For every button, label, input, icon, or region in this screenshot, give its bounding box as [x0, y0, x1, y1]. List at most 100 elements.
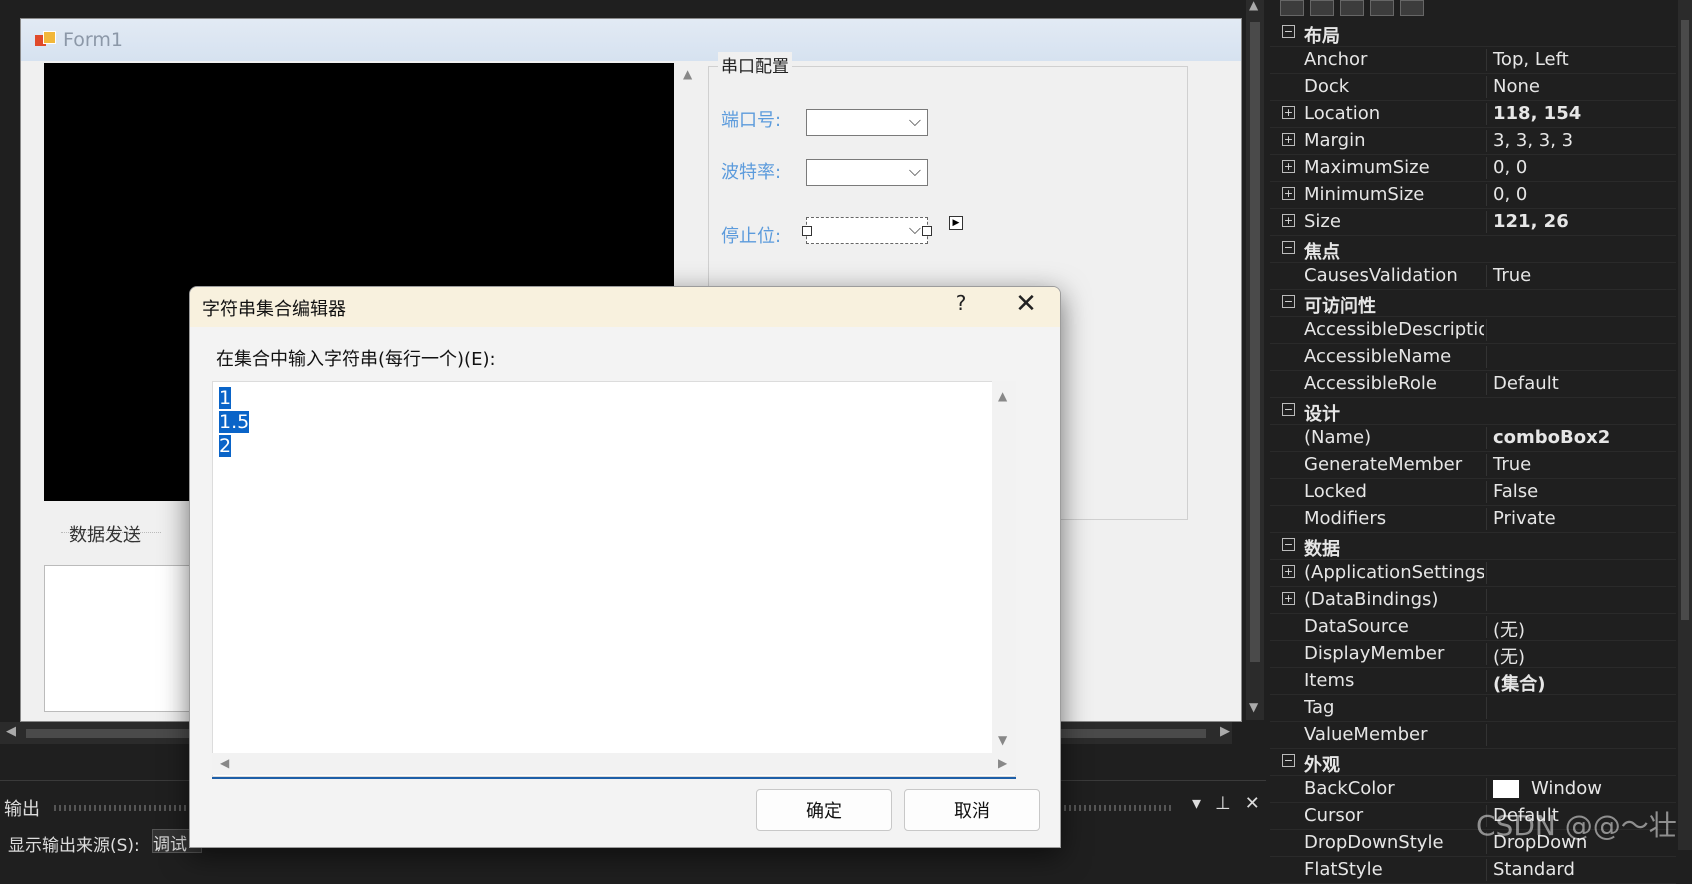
- expand-icon[interactable]: +: [1282, 565, 1295, 578]
- smart-tag-arrow-icon[interactable]: ▶: [949, 216, 963, 230]
- property-value[interactable]: (无): [1486, 616, 1525, 641]
- property-row[interactable]: + (ApplicationSettings: [1270, 560, 1676, 587]
- property-row[interactable]: DataSource (无): [1270, 614, 1676, 641]
- property-row[interactable]: AccessibleRole Default: [1270, 371, 1676, 398]
- editor-vertical-scrollbar[interactable]: ▲ ▼: [992, 381, 1016, 753]
- property-row[interactable]: + Margin 3, 3, 3, 3: [1270, 128, 1676, 155]
- property-value[interactable]: 3, 3, 3, 3: [1486, 130, 1573, 152]
- property-row[interactable]: BackColor Window: [1270, 776, 1676, 803]
- property-row[interactable]: Items (集合): [1270, 668, 1676, 695]
- property-row[interactable]: + (DataBindings): [1270, 587, 1676, 614]
- scroll-left-arrow-icon[interactable]: ◀: [6, 724, 16, 739]
- property-value[interactable]: False: [1486, 481, 1538, 503]
- property-value[interactable]: Window: [1486, 778, 1602, 800]
- scroll-left-arrow-icon[interactable]: ◀: [220, 756, 229, 770]
- scrollbar-thumb[interactable]: [1250, 22, 1260, 662]
- property-value[interactable]: (无): [1486, 643, 1525, 668]
- help-button[interactable]: ?: [946, 291, 976, 315]
- designer-vertical-scrollbar[interactable]: ▲ ▼: [1246, 0, 1264, 720]
- baud-combobox[interactable]: ⌵: [806, 159, 928, 186]
- property-row[interactable]: CausesValidation True: [1270, 263, 1676, 290]
- port-combobox[interactable]: ⌵: [806, 109, 928, 136]
- scroll-right-arrow-icon[interactable]: ▶: [998, 756, 1007, 770]
- property-value[interactable]: 118, 154: [1486, 103, 1581, 125]
- collapse-icon[interactable]: −: [1282, 295, 1295, 308]
- strings-textarea[interactable]: 1 1.5 2: [212, 381, 1016, 777]
- expand-icon[interactable]: +: [1282, 160, 1295, 173]
- resize-handle-right[interactable]: [922, 226, 932, 236]
- property-row[interactable]: + MinimumSize 0, 0: [1270, 182, 1676, 209]
- property-value[interactable]: Standard: [1486, 859, 1575, 881]
- property-value[interactable]: [1486, 562, 1493, 584]
- property-row[interactable]: + Size 121, 26: [1270, 209, 1676, 236]
- collapse-icon[interactable]: −: [1282, 25, 1295, 38]
- property-category[interactable]: − 外观: [1270, 749, 1676, 776]
- expand-icon[interactable]: +: [1282, 214, 1295, 227]
- expand-icon[interactable]: +: [1282, 133, 1295, 146]
- property-category[interactable]: − 焦点: [1270, 236, 1676, 263]
- properties-vertical-scrollbar[interactable]: [1678, 0, 1692, 850]
- stop-bits-combobox[interactable]: ⌵: [806, 217, 928, 244]
- scrollbar-thumb[interactable]: [1681, 20, 1689, 620]
- property-row[interactable]: AccessibleName: [1270, 344, 1676, 371]
- categorized-icon[interactable]: [1280, 0, 1304, 16]
- property-pages-icon[interactable]: [1400, 0, 1424, 16]
- ok-button[interactable]: 确定: [756, 789, 892, 831]
- alphabetical-icon[interactable]: [1310, 0, 1334, 16]
- events-icon[interactable]: [1370, 0, 1394, 16]
- property-value[interactable]: [1486, 697, 1493, 719]
- property-row[interactable]: Dock None: [1270, 74, 1676, 101]
- property-value[interactable]: True: [1486, 265, 1531, 287]
- property-category[interactable]: − 数据: [1270, 533, 1676, 560]
- chevron-down-icon[interactable]: ▾: [1192, 793, 1201, 814]
- property-row[interactable]: GenerateMember True: [1270, 452, 1676, 479]
- scroll-down-arrow-icon[interactable]: ▼: [1249, 700, 1258, 714]
- property-row[interactable]: Locked False: [1270, 479, 1676, 506]
- property-value[interactable]: (集合): [1486, 670, 1545, 695]
- property-value[interactable]: [1486, 589, 1493, 611]
- scroll-up-arrow-icon[interactable]: ▲: [683, 67, 692, 81]
- property-row[interactable]: (Name) comboBox2: [1270, 425, 1676, 452]
- close-icon[interactable]: ✕: [1245, 793, 1260, 814]
- property-row[interactable]: AccessibleDescriptio: [1270, 317, 1676, 344]
- property-value[interactable]: 0, 0: [1486, 157, 1527, 179]
- property-value[interactable]: True: [1486, 454, 1531, 476]
- property-value[interactable]: [1486, 724, 1493, 746]
- property-row[interactable]: + MaximumSize 0, 0: [1270, 155, 1676, 182]
- collapse-icon[interactable]: −: [1282, 538, 1295, 551]
- close-button[interactable]: ✕: [1008, 289, 1044, 319]
- property-value[interactable]: None: [1486, 76, 1540, 98]
- property-value[interactable]: [1486, 346, 1493, 368]
- property-value[interactable]: Top, Left: [1486, 49, 1569, 71]
- cancel-button[interactable]: 取消: [904, 789, 1040, 831]
- property-row[interactable]: Modifiers Private: [1270, 506, 1676, 533]
- scroll-right-arrow-icon[interactable]: ▶: [1220, 724, 1230, 739]
- scroll-up-arrow-icon[interactable]: ▲: [998, 389, 1007, 403]
- scroll-down-arrow-icon[interactable]: ▼: [998, 733, 1007, 747]
- collapse-icon[interactable]: −: [1282, 241, 1295, 254]
- property-value[interactable]: comboBox2: [1486, 427, 1610, 449]
- property-row[interactable]: Anchor Top, Left: [1270, 47, 1676, 74]
- property-row[interactable]: FlatStyle Standard: [1270, 857, 1676, 884]
- property-value[interactable]: 121, 26: [1486, 211, 1569, 233]
- property-row[interactable]: Tag: [1270, 695, 1676, 722]
- properties-icon[interactable]: [1340, 0, 1364, 16]
- resize-handle-left[interactable]: [802, 226, 812, 236]
- pin-icon[interactable]: ⊥: [1215, 793, 1231, 814]
- property-row[interactable]: + Location 118, 154: [1270, 101, 1676, 128]
- dialog-titlebar[interactable]: 字符串集合编辑器 ? ✕: [190, 287, 1060, 327]
- property-row[interactable]: ValueMember: [1270, 722, 1676, 749]
- property-value[interactable]: Default: [1486, 373, 1559, 395]
- property-value[interactable]: 0, 0: [1486, 184, 1527, 206]
- property-row[interactable]: DisplayMember (无): [1270, 641, 1676, 668]
- collapse-icon[interactable]: −: [1282, 403, 1295, 416]
- expand-icon[interactable]: +: [1282, 187, 1295, 200]
- collapse-icon[interactable]: −: [1282, 754, 1295, 767]
- expand-icon[interactable]: +: [1282, 106, 1295, 119]
- expand-icon[interactable]: +: [1282, 592, 1295, 605]
- property-category[interactable]: − 设计: [1270, 398, 1676, 425]
- property-value[interactable]: Private: [1486, 508, 1556, 530]
- property-category[interactable]: − 布局: [1270, 20, 1676, 47]
- property-category[interactable]: − 可访问性: [1270, 290, 1676, 317]
- scroll-up-arrow-icon[interactable]: ▲: [1249, 0, 1258, 12]
